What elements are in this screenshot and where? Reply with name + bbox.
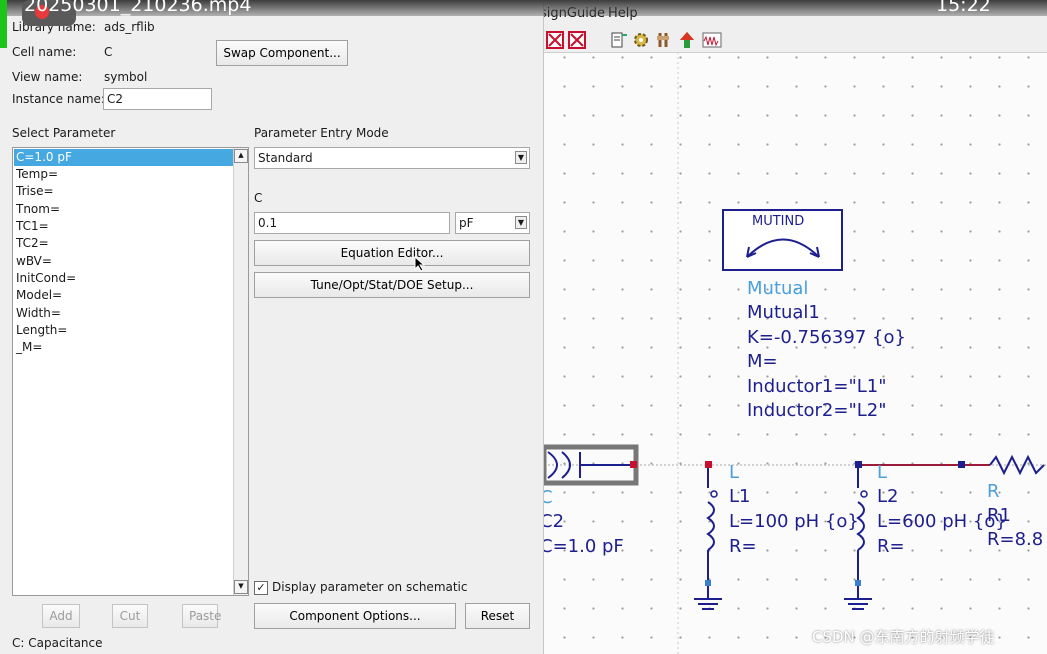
list-item[interactable]: Temp= <box>14 166 236 183</box>
r-type-label: R <box>987 481 1000 502</box>
mutual-ind1-label: Inductor1="L1" <box>747 376 887 397</box>
list-item[interactable]: Model= <box>14 287 236 304</box>
list-item[interactable]: TC1= <box>14 218 236 235</box>
display-parameter-label: Display parameter on schematic <box>272 580 468 594</box>
component-options-button[interactable]: Component Options... <box>254 603 456 629</box>
list-item[interactable]: Trise= <box>14 183 236 200</box>
parameter-name-label: C <box>254 191 263 205</box>
swap-component-button[interactable]: Swap Component... <box>216 40 348 66</box>
list-item[interactable]: C=1.0 pF <box>14 149 236 166</box>
mutual-k-label: K=-0.756397 {o} <box>747 327 906 348</box>
list-item[interactable]: wBV= <box>14 253 236 270</box>
l1-name-label: L1 <box>729 486 751 507</box>
view-value: symbol <box>104 70 148 84</box>
cell-value: C <box>104 45 113 59</box>
add-button[interactable]: Add <box>42 604 80 628</box>
r-value-label: R=8.8 ( <box>987 529 1047 550</box>
recording-indicator <box>0 0 7 48</box>
parameter-value-input[interactable]: 0.1 <box>254 212 450 234</box>
r-name-label: R1 <box>987 505 1011 526</box>
mouse-cursor-icon <box>414 256 426 272</box>
netlist-icon[interactable] <box>610 31 628 49</box>
tune-opt-stat-button[interactable]: Tune/Opt/Stat/DOE Setup... <box>254 272 530 298</box>
list-item[interactable]: TC2= <box>14 235 236 252</box>
l2-type-label: L <box>877 462 888 483</box>
list-item[interactable]: Tnom= <box>14 201 236 218</box>
unit-value: pF <box>459 216 474 230</box>
list-item[interactable]: _M= <box>14 339 236 356</box>
cut-button[interactable]: Cut <box>112 604 148 628</box>
cap-value-label: C=1.0 pF <box>540 536 624 557</box>
push-up-icon[interactable] <box>678 31 696 49</box>
tune-icon[interactable] <box>654 31 672 49</box>
paste-button[interactable]: Paste <box>182 604 221 628</box>
l1-value-label: L=100 pH {o} <box>729 511 859 532</box>
list-item[interactable]: InitCond= <box>14 270 236 287</box>
video-title: 20250301_210236.mp4 <box>24 0 252 16</box>
unit-select[interactable]: pF ▼ <box>455 212 530 234</box>
scroll-up-icon[interactable]: ▲ <box>234 149 248 163</box>
cell-label: Cell name: <box>12 45 77 59</box>
entry-mode-label: Parameter Entry Mode <box>254 126 389 140</box>
chevron-down-icon: ▼ <box>515 216 527 229</box>
l2-name-label: L2 <box>877 486 899 507</box>
video-time: 15:22 <box>936 0 991 16</box>
short-icon[interactable] <box>568 31 586 49</box>
mutual-ind2-label: Inductor2="L2" <box>747 400 887 421</box>
reset-button[interactable]: Reset <box>465 603 530 629</box>
instance-name-input[interactable]: C2 <box>103 88 212 110</box>
select-parameter-label: Select Parameter <box>12 126 116 140</box>
equation-editor-button[interactable]: Equation Editor... <box>254 240 530 266</box>
list-scrollbar[interactable]: ▲ ▼ <box>233 148 248 595</box>
gear-icon[interactable] <box>632 31 650 49</box>
view-label: View name: <box>12 70 83 84</box>
chevron-down-icon: ▼ <box>515 151 527 164</box>
mutual-name-label: Mutual1 <box>747 302 820 323</box>
mutind-label: MUTIND <box>752 214 805 229</box>
list-item[interactable]: Width= <box>14 305 236 322</box>
deactivate-icon[interactable] <box>546 31 564 49</box>
scroll-down-icon[interactable]: ▼ <box>234 580 248 594</box>
library-value: ads_rflib <box>104 20 155 34</box>
entry-mode-value: Standard <box>258 151 313 165</box>
waveform-icon[interactable] <box>702 31 722 49</box>
l1-r-label: R= <box>729 536 757 557</box>
status-text: C: Capacitance <box>12 636 103 650</box>
mutual-m-label: M= <box>747 351 778 372</box>
parameter-list[interactable]: C=1.0 pF Temp= Trise= Tnom= TC1= TC2= wB… <box>12 147 249 596</box>
mutual-type-label: Mutual <box>747 278 809 299</box>
instance-label: Instance name: <box>12 92 105 106</box>
l1-type-label: L <box>729 462 740 483</box>
list-item[interactable]: Length= <box>14 322 236 339</box>
l2-r-label: R= <box>877 536 905 557</box>
watermark: CSDN @东南方的射频学徒 <box>812 628 995 646</box>
component-edit-dialog: Library name: ads_rflib Cell name: C Swa… <box>0 0 544 654</box>
toolbar <box>544 27 1047 53</box>
display-parameter-checkbox[interactable]: ✓ <box>254 581 268 595</box>
entry-mode-select[interactable]: Standard ▼ <box>254 147 530 169</box>
